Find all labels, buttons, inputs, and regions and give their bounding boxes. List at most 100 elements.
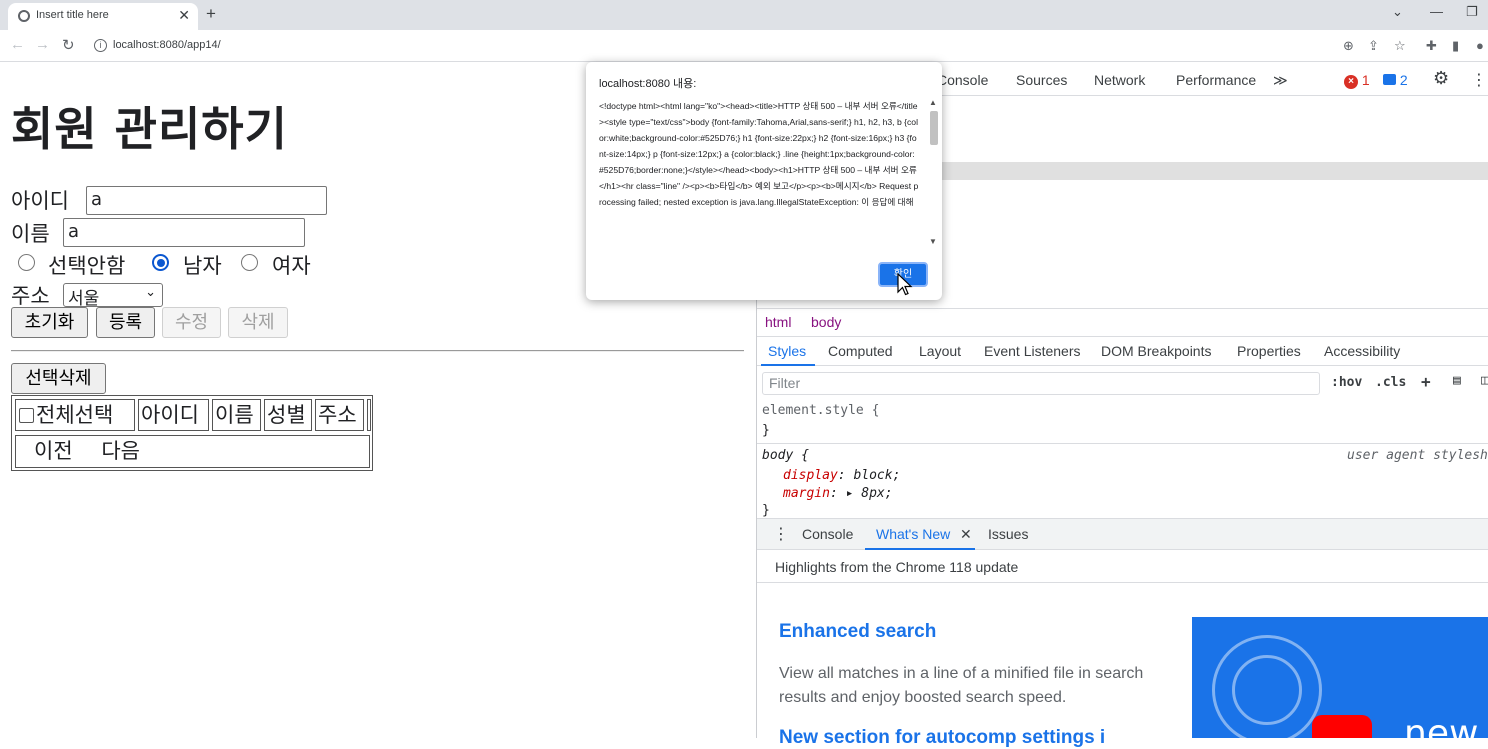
extensions-icon[interactable]: ✚ xyxy=(1426,38,1437,54)
tab-properties[interactable]: Properties xyxy=(1237,343,1301,359)
globe-icon xyxy=(18,10,30,22)
element-style-close: } xyxy=(762,423,770,438)
address-select[interactable]: 서울 ⌄ xyxy=(63,283,163,309)
header-select-all[interactable]: 전체선택 xyxy=(15,399,135,431)
address-bar[interactable]: localhost:8080/app14/ xyxy=(113,39,221,51)
chevron-down-icon: ⌄ xyxy=(145,285,156,300)
next-link[interactable]: 다음 xyxy=(101,439,140,463)
new-rule-icon[interactable]: + xyxy=(1421,372,1431,391)
breadcrumb: html body xyxy=(757,308,1488,336)
prev-link[interactable]: 이전 xyxy=(34,439,73,463)
whats-new-divider xyxy=(757,582,1488,583)
name-label: 이름 xyxy=(11,222,50,246)
drawer-tab-console[interactable]: Console xyxy=(802,526,853,542)
error-badge[interactable]: × 1 xyxy=(1344,72,1370,89)
tab-layout[interactable]: Layout xyxy=(919,343,961,359)
dialog-message: <!doctype html><html lang="ko"><head><ti… xyxy=(599,101,919,207)
settings-gear-icon[interactable]: ⚙ xyxy=(1433,68,1449,89)
gender-label-none: 선택안함 xyxy=(48,254,126,278)
back-icon[interactable]: ← xyxy=(10,36,25,53)
tab-sources[interactable]: Sources xyxy=(1016,72,1067,88)
header-name: 이름 xyxy=(212,399,261,431)
thumbnail-caption: new xyxy=(1404,713,1479,738)
name-input[interactable]: a xyxy=(63,218,305,247)
drawer-menu-icon[interactable]: ⋮ xyxy=(773,524,789,544)
drawer-active-indicator xyxy=(865,548,975,550)
forward-icon[interactable]: → xyxy=(35,36,50,53)
message-icon xyxy=(1383,74,1396,85)
dialog-title: localhost:8080 내용: xyxy=(599,78,697,90)
display-value: block; xyxy=(853,468,901,483)
devtools-logo-inner-ring xyxy=(1232,655,1302,725)
update-button[interactable]: 수정 xyxy=(162,307,221,338)
toggle-style-icon[interactable]: ▤ xyxy=(1453,373,1461,388)
gender-radio-male[interactable] xyxy=(152,254,169,271)
reset-button[interactable]: 초기화 xyxy=(11,307,88,338)
margin-value: 8px; xyxy=(861,486,893,501)
dialog-scrollbar[interactable]: ▲ ▼ xyxy=(928,98,939,247)
profile-icon[interactable]: ● xyxy=(1476,38,1484,53)
tab-accessibility[interactable]: Accessibility xyxy=(1324,343,1400,359)
address-label: 주소 xyxy=(11,284,50,308)
restore-icon[interactable]: ❐ xyxy=(1466,4,1478,20)
display-declaration: display: block; xyxy=(783,468,901,483)
whats-new-video-thumbnail[interactable]: new xyxy=(1192,617,1488,738)
scrollbar-thumb[interactable] xyxy=(930,111,938,145)
member-table: 전체선택 아이디 이름 성별 주소 이전 다음 xyxy=(11,395,373,471)
message-badge[interactable]: 2 xyxy=(1383,72,1408,88)
styles-filter-input[interactable]: Filter xyxy=(762,372,1320,395)
id-input[interactable]: a xyxy=(86,186,327,215)
tab-network[interactable]: Network xyxy=(1094,72,1145,88)
gender-radio-none[interactable] xyxy=(18,254,35,271)
cls-button[interactable]: .cls xyxy=(1375,375,1406,390)
crumb-html[interactable]: html xyxy=(765,314,791,330)
tab-event-listeners[interactable]: Event Listeners xyxy=(984,343,1081,359)
feature-title[interactable]: Enhanced search xyxy=(779,621,936,643)
more-tabs-icon[interactable]: ≫ xyxy=(1273,72,1288,89)
tab-styles[interactable]: Styles xyxy=(768,343,806,359)
share-icon[interactable]: ⇪ xyxy=(1368,38,1379,54)
tab-performance[interactable]: Performance xyxy=(1176,72,1256,88)
browser-tab[interactable]: Insert title here ✕ xyxy=(8,3,198,30)
reload-icon[interactable]: ↻ xyxy=(62,36,75,54)
drawer-tab-issues[interactable]: Issues xyxy=(988,526,1028,542)
expand-triangle-icon[interactable]: ▸ xyxy=(846,486,854,501)
user-agent-label: user agent stylesh xyxy=(1347,448,1488,463)
browser-toolbar: ← → ↻ i localhost:8080/app14/ ⊕ ⇪ ☆ ✚ ▮ … xyxy=(0,30,1488,62)
gender-radio-female[interactable] xyxy=(241,254,258,271)
error-icon: × xyxy=(1344,75,1358,89)
delete-selected-button[interactable]: 선택삭제 xyxy=(11,363,106,394)
sidebar-toggle-icon[interactable]: ◫ xyxy=(1481,373,1488,388)
id-label: 아이디 xyxy=(11,189,69,213)
rule-divider xyxy=(757,443,1488,444)
tab-dom-breakpoints[interactable]: DOM Breakpoints xyxy=(1101,343,1211,359)
feature-title-2[interactable]: New section for autocomp settings i xyxy=(779,727,1105,749)
play-icon[interactable] xyxy=(1312,715,1372,738)
side-panel-icon[interactable]: ▮ xyxy=(1452,38,1459,54)
register-button[interactable]: 등록 xyxy=(96,307,155,338)
crumb-body[interactable]: body xyxy=(811,314,841,330)
new-tab-icon[interactable]: + xyxy=(206,4,216,24)
site-info-icon[interactable]: i xyxy=(94,39,107,52)
tab-search-chevron-icon[interactable]: ⌄ xyxy=(1392,4,1403,20)
drawer-tab-whats-new[interactable]: What's New xyxy=(876,526,950,542)
scroll-up-icon[interactable]: ▲ xyxy=(929,98,937,107)
divider xyxy=(11,350,744,352)
minimize-icon[interactable]: — xyxy=(1430,4,1443,19)
scroll-down-icon[interactable]: ▼ xyxy=(929,237,937,246)
element-style-selector: element.style { xyxy=(762,403,880,418)
body-rule-close: } xyxy=(762,503,770,518)
select-all-checkbox[interactable] xyxy=(19,408,34,423)
tab-computed[interactable]: Computed xyxy=(828,343,893,359)
tab-close-icon[interactable]: ✕ xyxy=(178,7,190,24)
display-prop: display xyxy=(783,468,838,483)
kebab-menu-icon[interactable]: ⋮ xyxy=(1471,70,1487,90)
bookmark-star-icon[interactable]: ☆ xyxy=(1394,38,1406,54)
zoom-icon[interactable]: ⊕ xyxy=(1343,38,1354,54)
drawer-tab-close-icon[interactable]: ✕ xyxy=(960,526,972,543)
hov-button[interactable]: :hov xyxy=(1331,375,1362,390)
whats-new-heading: Highlights from the Chrome 118 update xyxy=(775,559,1019,575)
active-tab-indicator xyxy=(761,364,815,366)
delete-button[interactable]: 삭제 xyxy=(228,307,288,338)
tab-console[interactable]: Console xyxy=(937,72,988,88)
